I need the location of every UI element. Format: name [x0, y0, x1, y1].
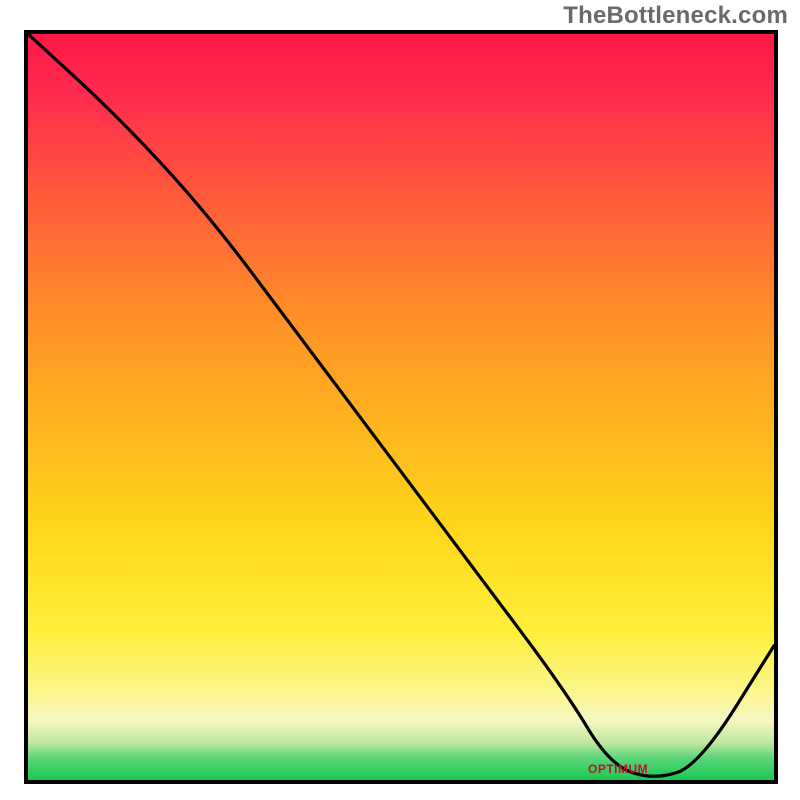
curve-path	[28, 34, 774, 776]
bottleneck-curve	[28, 34, 774, 780]
chart-area: OPTIMUM	[24, 30, 778, 784]
watermark-text: TheBottleneck.com	[563, 2, 788, 30]
stage: TheBottleneck.com OPTIMUM	[0, 0, 800, 800]
optimum-label: OPTIMUM	[588, 762, 648, 776]
